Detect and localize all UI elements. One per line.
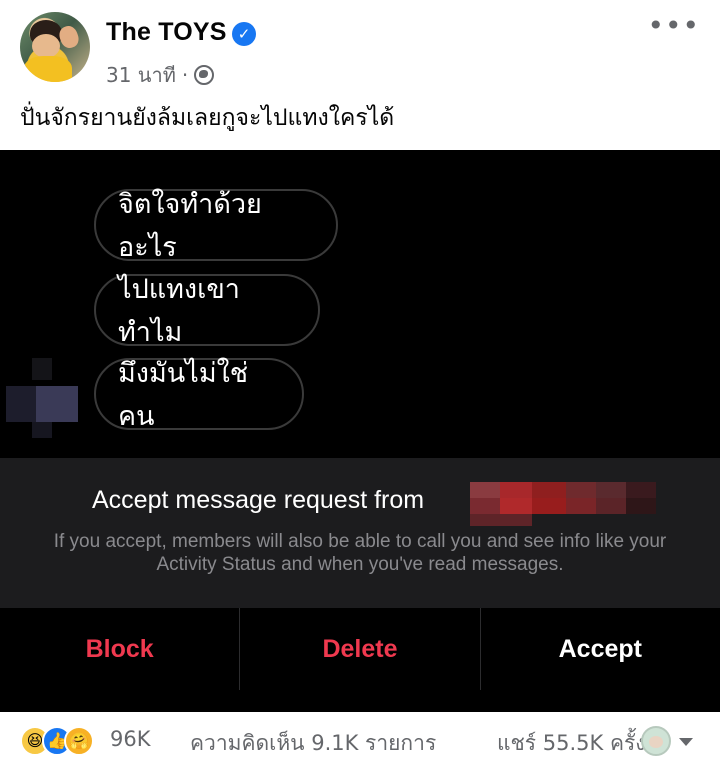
more-options-icon[interactable]: •••: [647, 12, 700, 40]
chevron-down-icon[interactable]: [679, 738, 693, 746]
quick-reply-chip[interactable]: มึงมันไม่ใช่คน: [94, 358, 304, 432]
post-header: The TOYS ✓ 31 นาที · •••: [0, 0, 720, 100]
reaction-count[interactable]: 96K: [110, 727, 151, 751]
share-count[interactable]: แชร์ 55.5K ครั้ง: [497, 727, 646, 760]
meta-separator: ·: [181, 63, 189, 87]
verified-badge-icon: ✓: [232, 22, 256, 46]
post-footer: 😆 👍 🤗 96K ความคิดเห็น 9.1K รายการ แชร์ 5…: [0, 712, 720, 763]
accept-button[interactable]: Accept: [481, 608, 720, 690]
viewer-avatar[interactable]: [641, 726, 671, 756]
delete-button[interactable]: Delete: [240, 608, 481, 690]
globe-icon[interactable]: [194, 65, 215, 85]
request-description: If you accept, members will also be able…: [53, 531, 667, 575]
avatar-shirt: [24, 56, 72, 82]
message-request-panel: Accept message request from If you accep…: [0, 458, 720, 608]
block-button[interactable]: Block: [0, 608, 241, 690]
pixelated-avatar: [6, 358, 78, 438]
page-name[interactable]: The TOYS: [106, 18, 227, 47]
post-caption: ปั่นจักรยานยังล้มเลยกูจะไปแทงใครได้: [20, 105, 395, 131]
quick-reply-chip[interactable]: ไปแทงเขาทำไม: [94, 274, 320, 348]
request-title: Accept message request from: [92, 486, 425, 514]
quick-reply-chip[interactable]: จิตใจทำด้วยอะไร: [94, 189, 338, 263]
comment-count[interactable]: ความคิดเห็น 9.1K รายการ: [190, 727, 436, 760]
post-time[interactable]: 31 นาที: [106, 59, 176, 91]
reaction-icons[interactable]: 😆 👍 🤗: [20, 726, 106, 756]
pixelated-name: [470, 482, 660, 526]
page-avatar[interactable]: [20, 12, 90, 82]
post-meta: 31 นาที ·: [106, 59, 215, 91]
post-image[interactable]: จิตใจทำด้วยอะไร ไปแทงเขาทำไม มึงมันไม่ใช…: [0, 150, 720, 712]
care-icon: 🤗: [64, 726, 94, 756]
request-actions: Block Delete Accept: [0, 608, 720, 690]
avatar-face: [32, 34, 60, 58]
